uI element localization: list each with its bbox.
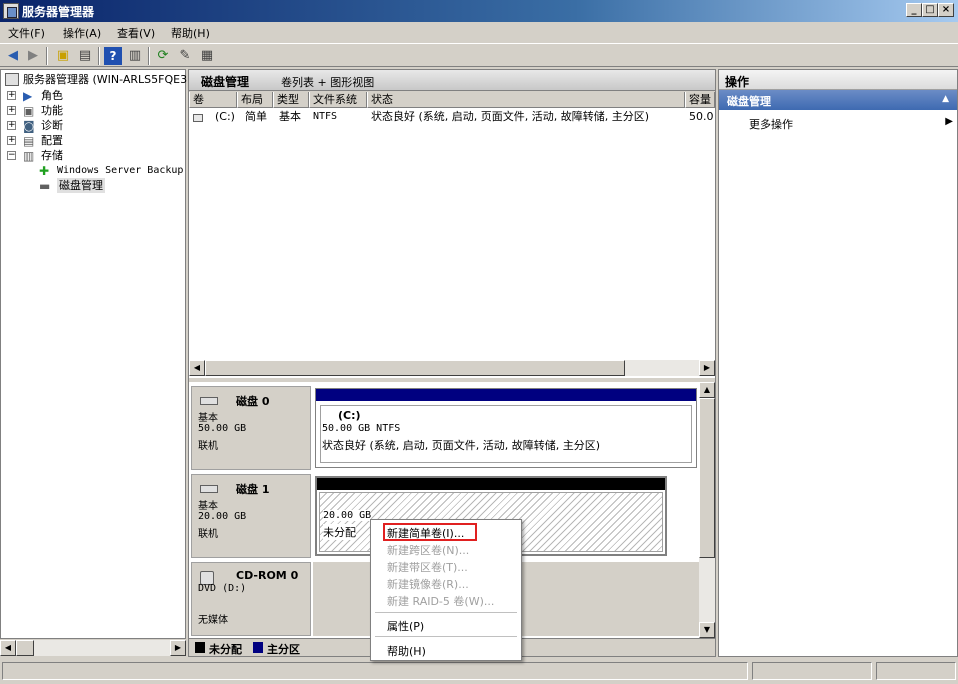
column-header-volume[interactable]: 卷 [189,92,237,108]
expand-icon[interactable]: + [7,106,16,115]
column-header-capacity[interactable]: 容量 [685,92,715,108]
menu-item-new-mirrored-volume[interactable]: 新建镜像卷(R)... [387,576,469,592]
unallocated-bar [317,478,665,490]
disk-vertical-scrollbar[interactable]: ▲ ▼ [699,382,715,638]
toolbar: ◀ ▶ ▣ ▤ ? ▥ ⟳ ✎ ▦ [0,43,958,67]
status-bar [0,659,958,684]
actions-pane: 操作 磁盘管理 ▲ 更多操作 ▶ [718,69,958,657]
actions-header: 操作 [719,70,957,90]
refresh-icon[interactable]: ⟳ [154,47,172,65]
hard-disk-icon [200,485,218,493]
unallocated-swatch [195,642,205,653]
scroll-left-icon[interactable]: ◀ [189,360,205,376]
menu-bar: 文件(F) 操作(A) 查看(V) 帮助(H) [0,22,958,42]
center-title: 磁盘管理 [201,75,250,89]
tree-horizontal-scrollbar[interactable]: ◀ ▶ [0,640,186,656]
title-bar: 服务器管理器 _ □ × [0,0,958,22]
expand-icon[interactable]: + [7,136,16,145]
list-horizontal-scrollbar[interactable]: ◀ ▶ [189,360,715,376]
scroll-down-icon[interactable]: ▼ [699,622,715,638]
maximize-button[interactable]: □ [922,3,938,17]
scroll-up-icon[interactable]: ▲ [699,382,715,398]
menu-item-new-striped-volume[interactable]: 新建带区卷(T)... [387,559,468,575]
scroll-right-icon[interactable]: ▶ [170,640,186,656]
menu-help[interactable]: 帮助(H) [171,25,210,41]
properties-icon[interactable]: ✎ [176,47,194,65]
menu-item-new-raid5-volume[interactable]: 新建 RAID-5 卷(W)... [387,593,494,609]
hard-disk-icon [200,397,218,405]
up-folder-icon[interactable]: ▣ [54,47,72,65]
collapse-icon[interactable]: − [7,151,16,160]
menu-item-new-simple-volume[interactable]: 新建简单卷(I)... [387,525,464,541]
close-button[interactable]: × [938,3,954,17]
help-icon[interactable]: ? [104,47,122,65]
collapse-up-icon[interactable]: ▲ [942,94,949,104]
menu-item-properties[interactable]: 属性(P) [387,618,424,634]
primary-swatch [253,642,263,653]
storage-icon: ▥ [23,149,35,163]
forward-arrow-icon[interactable]: ▶ [24,47,42,65]
diagnostics-icon: ◙ [23,119,35,133]
features-icon: ▣ [23,104,35,118]
submenu-arrow-icon: ▶ [945,116,953,127]
status-cell [752,662,872,680]
server-manager-icon [3,3,19,19]
show-hide-tree-icon[interactable]: ▤ [76,47,94,65]
column-header-filesystem[interactable]: 文件系统 [309,92,367,108]
menu-item-help[interactable]: 帮助(H) [387,643,426,659]
menu-file[interactable]: 文件(F) [8,25,45,41]
back-arrow-icon[interactable]: ◀ [4,47,22,65]
status-cell [2,662,748,680]
console-tree: 服务器管理器 (WIN-ARLS5FQE3R + ▶ 角色 + ▣ 功能 + ◙… [0,69,195,639]
context-menu: 新建简单卷(I)... 新建跨区卷(N)... 新建带区卷(T)... 新建镜像… [370,519,522,661]
menu-item-new-spanned-volume[interactable]: 新建跨区卷(N)... [387,542,469,558]
minimize-button[interactable]: _ [906,3,922,17]
primary-partition-bar [316,389,696,401]
configuration-icon: ▤ [23,134,35,148]
menu-action[interactable]: 操作(A) [63,25,101,41]
disk-management-icon: ▬ [39,179,51,193]
server-icon [5,73,19,86]
disk-1-info[interactable]: 磁盘 1 基本 20.00 GB 联机 [191,474,311,558]
menu-view[interactable]: 查看(V) [117,25,155,41]
center-view-mode: 卷列表 + 图形视图 [281,76,375,89]
cdrom-0-info[interactable]: CD-ROM 0 DVD (D:) 无媒体 [191,562,311,636]
partition-c[interactable]: (C:) 50.00 GB NTFS 状态良好 (系统, 启动, 页面文件, 活… [315,388,697,468]
column-header-layout[interactable]: 布局 [237,92,273,108]
expand-icon[interactable]: + [7,121,16,130]
window-title: 服务器管理器 [22,5,95,19]
center-header: 磁盘管理 卷列表 + 图形视图 [189,70,715,91]
scroll-right-icon[interactable]: ▶ [699,360,715,376]
disk-icon[interactable]: ▦ [198,47,216,65]
volume-list: 卷 布局 类型 文件系统 状态 容量 (C:) 简单 基本 NTFS 状态良好 … [189,92,715,378]
column-header-type[interactable]: 类型 [273,92,309,108]
scroll-left-icon[interactable]: ◀ [0,640,16,656]
column-header-status[interactable]: 状态 [367,92,685,108]
expand-icon[interactable]: + [7,91,16,100]
show-hide-action-pane-icon[interactable]: ▥ [126,47,144,65]
backup-icon: ✚ [39,164,50,178]
status-cell [876,662,956,680]
disk-0-info[interactable]: 磁盘 0 基本 50.00 GB 联机 [191,386,311,470]
roles-icon: ▶ [23,89,33,103]
more-actions-item[interactable]: 更多操作 ▶ [749,116,953,132]
actions-section-disk-management[interactable]: 磁盘管理 ▲ [719,90,957,110]
volume-icon [193,114,203,122]
